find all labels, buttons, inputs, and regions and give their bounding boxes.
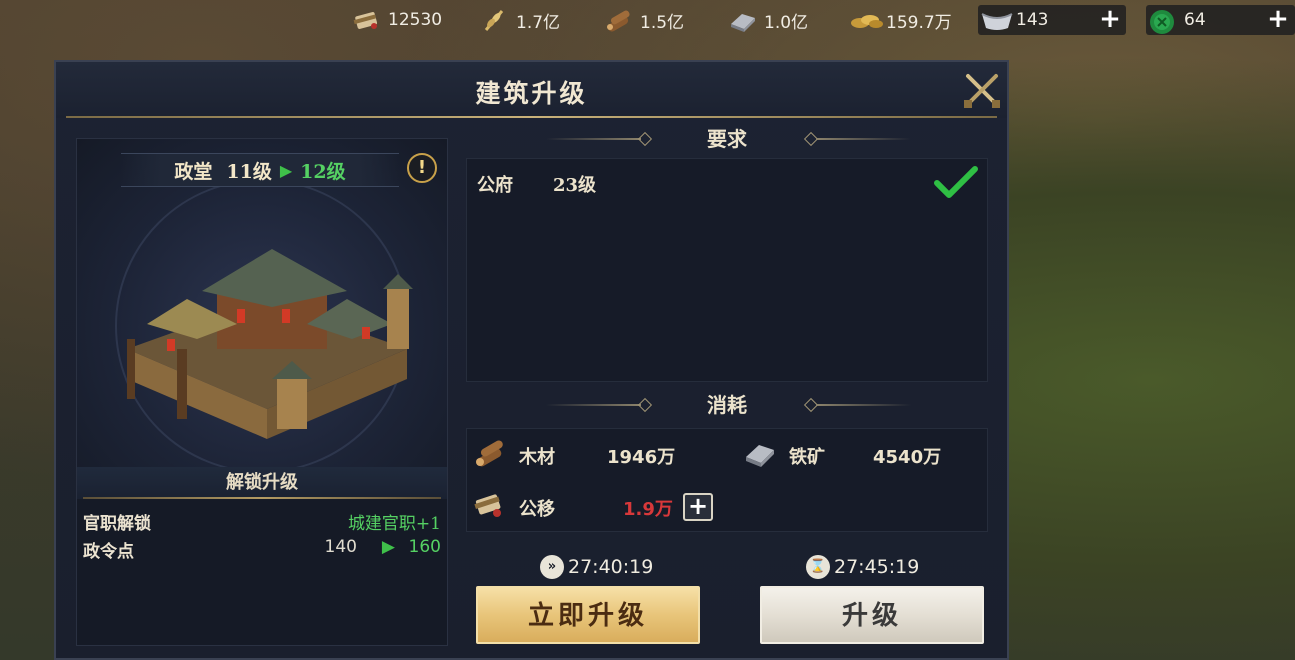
arrow-right-icon: ▶ [279,160,293,180]
header-divider [66,116,997,118]
iron-icon [746,445,774,467]
requirements-box: 公府 23级 [466,158,988,382]
instant-time: 27:40:19 [568,556,654,578]
heading-deco [546,404,641,406]
normal-time: 27:45:19 [834,556,920,578]
cost-name-iron: 铁矿 [789,447,825,468]
cost-amount-wood: 1946万 [607,447,676,468]
instant-timer: » 27:40:19 [540,552,653,582]
decree-current: 140 [324,537,357,557]
wood-icon [604,8,634,32]
resource-value: 143 [1016,10,1049,30]
requirement-level: 23级 [553,175,597,196]
diamond-icon [637,131,653,147]
resource-value: 64 [1184,10,1206,30]
info-button[interactable]: ! [407,153,437,183]
heading-deco [816,404,911,406]
requirements-heading: 要求 [466,124,988,154]
scroll-icon [352,8,382,32]
coins-icon [850,8,883,32]
resource-value: 12530 [388,10,443,30]
resource-silver[interactable]: 143 [980,6,1048,34]
add-silver-button[interactable]: + [1098,6,1122,32]
dialog-header: 建筑升级 [56,62,1007,118]
requirements-title: 要求 [707,127,747,151]
silver-ingot-icon [980,8,1013,32]
resource-value: 1.7亿 [516,12,561,33]
unlock-row-decree: 政令点 140 ▶ 160 [83,537,441,563]
diamond-icon [637,397,653,413]
next-level: 12级 [300,160,346,183]
unlock-value: 城建官职+1 [347,514,441,534]
building-level-label: 政堂 11级 ▶ 12级 [121,153,399,187]
normal-timer: ⌛ 27:45:19 [806,552,919,582]
fast-forward-icon: » [540,555,564,579]
add-jade-button[interactable]: + [1266,6,1290,32]
heading-deco [816,138,911,140]
upgrade-dialog: 建筑升级 政堂 11级 ▶ 12级 ! 解锁升级 官职解锁 城建官职+1 政令点… [54,60,1009,660]
resource-value: 159.7万 [886,12,952,33]
hourglass-icon: ⌛ [806,555,830,579]
upgrade-button[interactable]: 升级 [760,586,984,644]
wood-icon [476,440,503,467]
costs-box: 木材 1946万 铁矿 4540万 公移 1.9万 + [466,428,988,532]
resource-value: 1.5亿 [640,12,685,33]
building-image [127,249,413,439]
dialog-title: 建筑升级 [475,79,588,108]
unlock-label: 官职解锁 [83,514,151,534]
costs-title: 消耗 [707,393,747,417]
requirement-name: 公府 [477,175,513,196]
instant-upgrade-button[interactable]: 立即升级 [476,586,700,644]
scroll-icon [474,494,501,517]
cost-name-wood: 木材 [519,447,555,468]
grain-icon [480,8,510,32]
decree-next: 160 [408,537,441,557]
resource-jade[interactable]: 64 [1148,6,1206,34]
resource-bar: 12530 1.7亿 1.5亿 1.0亿 159.7万 143 + 64 + [0,0,1295,40]
arrow-right-icon: ▶ [381,537,395,557]
unlock-row-position: 官职解锁 城建官职+1 [83,509,441,535]
resource-coins[interactable]: 159.7万 [850,6,952,34]
close-icon[interactable] [962,70,1002,110]
unlock-label: 政令点 [83,542,134,562]
cost-amount-scroll: 1.9万 [623,499,673,520]
resource-iron[interactable]: 1.0亿 [728,6,808,34]
checkmark-icon [934,166,978,198]
costs-heading: 消耗 [466,390,988,420]
building-card: 政堂 11级 ▶ 12级 ! 解锁升级 官职解锁 城建官职+1 政令点 140 … [76,138,448,646]
building-artwork-area: 政堂 11级 ▶ 12级 ! [77,139,447,473]
cost-amount-iron: 4540万 [873,447,942,468]
current-level: 11级 [226,160,272,183]
iron-icon [728,8,758,32]
jade-icon [1148,8,1178,34]
building-name: 政堂 [174,160,213,183]
resource-scroll[interactable]: 12530 [352,6,442,34]
buy-scroll-button[interactable]: + [683,493,713,521]
cost-name-scroll: 公移 [519,499,555,520]
unlock-heading: 解锁升级 [77,467,447,499]
resource-grain[interactable]: 1.7亿 [480,6,560,34]
unlock-divider [83,497,441,499]
heading-deco [546,138,641,140]
resource-wood[interactable]: 1.5亿 [604,6,684,34]
resource-value: 1.0亿 [764,12,809,33]
